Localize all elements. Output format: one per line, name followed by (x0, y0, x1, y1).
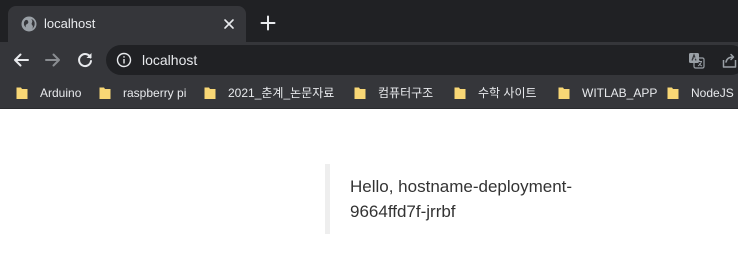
bookmark-label: 수학 사이트 (478, 86, 537, 100)
tab-strip: localhost (0, 0, 738, 42)
bookmarks-bar: Arduino raspberry pi 2021_춘계_논문자료 컴퓨터구조 … (0, 78, 738, 109)
hostname-message: Hello, hostname-deployment-9664ffd7f-jrr… (350, 177, 573, 221)
bookmark-label: WITLAB_APP (582, 86, 658, 100)
plus-icon[interactable] (259, 14, 277, 32)
active-tab[interactable]: localhost (8, 6, 246, 42)
bookmark-arduino[interactable]: Arduino (16, 78, 81, 108)
bookmark-2021-paper-materials[interactable]: 2021_춘계_논문자료 (204, 78, 334, 108)
tab-title: localhost (44, 16, 96, 31)
bookmark-label: Arduino (40, 86, 82, 100)
arrow-left-icon[interactable] (11, 50, 31, 70)
arrow-right-icon[interactable] (43, 50, 63, 70)
reload-icon[interactable] (75, 50, 95, 70)
page-content: Hello, hostname-deployment-9664ffd7f-jrr… (0, 109, 738, 272)
folder-icon (99, 87, 111, 99)
bookmark-computer-architecture[interactable]: 컴퓨터구조 (354, 78, 433, 108)
bookmark-label: raspberry pi (123, 86, 187, 100)
globe-icon (20, 15, 38, 33)
folder-icon (16, 87, 28, 99)
bookmark-nodejs[interactable]: NodeJS (667, 78, 734, 108)
folder-icon (667, 87, 679, 99)
bookmark-witlab-app[interactable]: WITLAB_APP (558, 78, 657, 108)
address-bar[interactable]: localhost (106, 45, 738, 75)
share-icon[interactable] (721, 52, 738, 69)
url-text[interactable]: localhost (142, 51, 197, 69)
close-icon[interactable] (220, 15, 238, 33)
folder-icon (454, 87, 466, 99)
info-icon[interactable] (116, 52, 132, 68)
bookmark-label: 2021_춘계_논문자료 (228, 86, 335, 100)
bookmark-raspberry-pi[interactable]: raspberry pi (99, 78, 186, 108)
folder-icon (354, 87, 366, 99)
translate-icon[interactable] (688, 52, 705, 69)
bookmark-math-sites[interactable]: 수학 사이트 (454, 78, 537, 108)
bookmark-label: NodeJS (691, 86, 734, 100)
folder-icon (558, 87, 570, 99)
browser-toolbar: localhost (0, 42, 738, 78)
folder-icon (204, 87, 216, 99)
bookmark-label: 컴퓨터구조 (378, 86, 434, 100)
blockquote: Hello, hostname-deployment-9664ffd7f-jrr… (325, 164, 625, 234)
